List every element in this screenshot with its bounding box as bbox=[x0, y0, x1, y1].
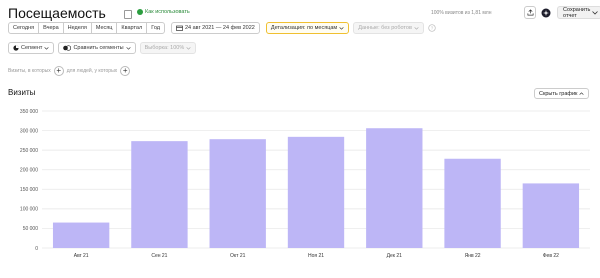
visits-filter-label: Визиты, в которых bbox=[8, 68, 51, 74]
section-title: Визиты bbox=[8, 88, 36, 97]
compare-segments-label: Сравнить сегменты bbox=[73, 45, 124, 51]
x-tick-label: Янв 22 bbox=[465, 253, 481, 259]
y-tick-label: 250 000 bbox=[20, 148, 38, 154]
shield-icon bbox=[137, 9, 143, 15]
bar bbox=[366, 128, 423, 248]
add-visits-filter-button[interactable]: + bbox=[53, 66, 64, 76]
bar bbox=[52, 222, 110, 248]
sample-label: Выборка: 100% bbox=[144, 45, 185, 51]
bots-filter-label: Данные: без роботов bbox=[358, 25, 412, 31]
chevron-up-icon bbox=[579, 92, 585, 95]
page-title: Посещаемость bbox=[8, 5, 106, 21]
y-tick-label: 350 000 bbox=[20, 109, 38, 115]
y-tick-label: 0 bbox=[35, 246, 38, 252]
bar bbox=[522, 183, 580, 248]
bookmark-icon[interactable] bbox=[124, 10, 132, 19]
period-quarter[interactable]: Квартал bbox=[117, 23, 148, 33]
bots-filter-button[interactable]: Данные: без роботов bbox=[353, 22, 424, 34]
report-header: Посещаемость Как использовать 100% визит… bbox=[8, 4, 600, 22]
chevron-down-icon bbox=[186, 46, 191, 50]
bar bbox=[444, 158, 501, 248]
how-to-use-link[interactable]: Как использовать bbox=[137, 9, 190, 15]
period-month[interactable]: Месяц bbox=[92, 23, 118, 33]
detail-label: Детализация: по месяцам bbox=[270, 25, 338, 31]
compare-icon bbox=[63, 45, 72, 51]
x-tick-label: Фев 22 bbox=[543, 253, 559, 259]
x-tick-label: Авг 21 bbox=[74, 253, 89, 259]
pie-icon bbox=[13, 45, 19, 51]
segment-toolbar: Сегмент Сравнить сегменты Выборка: 100% bbox=[8, 42, 197, 54]
toolbar-periods: Сегодня Вчера Неделя Месяц Квартал Год 2… bbox=[8, 22, 436, 34]
chevron-down-icon bbox=[414, 26, 419, 30]
hide-chart-button[interactable]: Скрыть график bbox=[534, 88, 590, 99]
save-dropdown-button[interactable] bbox=[588, 6, 600, 19]
x-tick-label: Сен 21 bbox=[151, 253, 167, 259]
period-today[interactable]: Сегодня bbox=[9, 23, 40, 33]
y-tick-label: 150 000 bbox=[20, 187, 38, 193]
bar bbox=[287, 136, 345, 248]
period-yesterday[interactable]: Вчера bbox=[39, 23, 64, 33]
y-tick-label: 50 000 bbox=[23, 226, 39, 232]
calendar-icon bbox=[176, 25, 183, 31]
visits-chart: 0 50 000 100 000 150 000 200 000 250 000 300 0… bbox=[20, 109, 590, 259]
compare-segments-button[interactable]: Сравнить сегменты bbox=[58, 42, 136, 54]
segment-button[interactable]: Сегмент bbox=[8, 42, 55, 54]
share-button[interactable] bbox=[524, 6, 536, 19]
period-selector: Сегодня Вчера Неделя Месяц Квартал Год bbox=[8, 22, 165, 34]
y-tick-label: 200 000 bbox=[20, 168, 38, 174]
share-icon bbox=[527, 9, 533, 16]
svg-text:?: ? bbox=[431, 26, 434, 31]
y-tick-label: 300 000 bbox=[20, 128, 38, 134]
people-filter-label: для людей, у которых bbox=[66, 68, 118, 74]
x-tick-label: Дек 21 bbox=[387, 253, 403, 259]
date-range-button[interactable]: 24 авг 2021 — 24 фев 2022 bbox=[170, 22, 260, 34]
hide-chart-label: Скрыть график bbox=[539, 90, 578, 97]
bar bbox=[209, 139, 266, 248]
period-week[interactable]: Неделя bbox=[64, 23, 92, 33]
chevron-down-icon bbox=[591, 10, 598, 15]
period-year[interactable]: Год bbox=[147, 23, 164, 33]
chevron-down-icon bbox=[126, 46, 131, 50]
filter-row: Визиты, в которых + для людей, у которых… bbox=[8, 65, 131, 77]
x-tick-label: Окт 21 bbox=[230, 253, 246, 259]
ai-assistant-button[interactable] bbox=[540, 6, 552, 19]
help-icon[interactable]: ? bbox=[428, 24, 436, 32]
x-tick-label: Ноя 21 bbox=[308, 253, 324, 259]
chevron-down-icon bbox=[44, 46, 50, 50]
sample-button[interactable]: Выборка: 100% bbox=[139, 42, 197, 54]
segment-label: Сегмент bbox=[21, 45, 43, 51]
date-range-label: 24 авг 2021 — 24 фев 2022 bbox=[184, 25, 255, 31]
how-to-use-label: Как использовать bbox=[145, 9, 190, 15]
chevron-down-icon bbox=[339, 26, 344, 30]
add-people-filter-button[interactable]: + bbox=[120, 66, 131, 76]
sparkle-icon bbox=[541, 8, 551, 17]
visits-coverage: 100% визитов из 1,81 млн bbox=[431, 10, 492, 16]
detail-button[interactable]: Детализация: по месяцам bbox=[265, 22, 350, 34]
y-tick-label: 100 000 bbox=[20, 207, 38, 213]
bar bbox=[131, 141, 188, 248]
